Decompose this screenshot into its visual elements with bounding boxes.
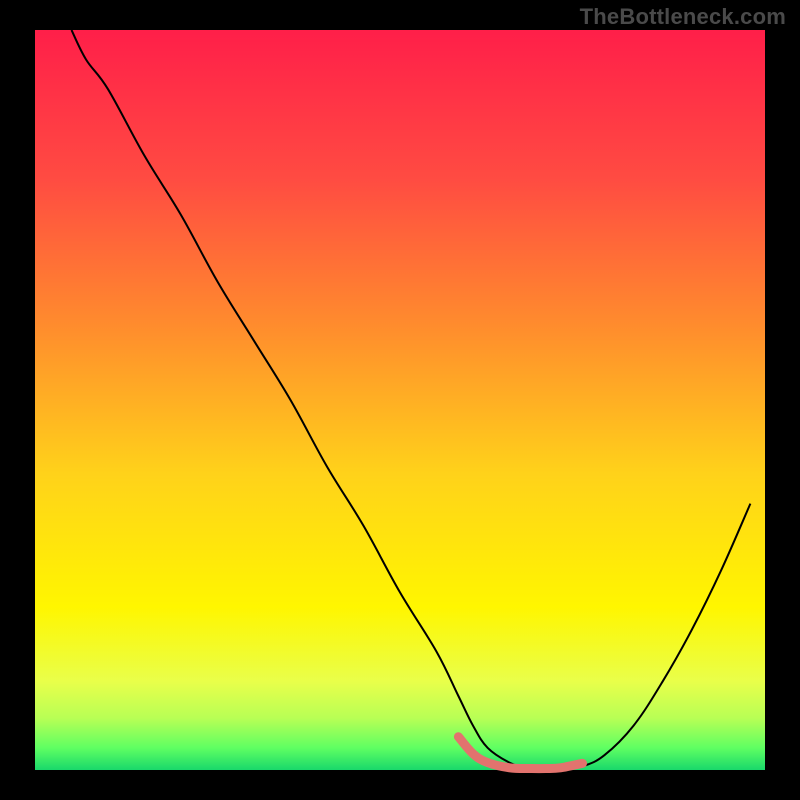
watermark-text: TheBottleneck.com bbox=[580, 4, 786, 30]
gradient-background bbox=[35, 30, 765, 770]
chart-root: TheBottleneck.com bbox=[0, 0, 800, 800]
chart-canvas bbox=[0, 0, 800, 800]
